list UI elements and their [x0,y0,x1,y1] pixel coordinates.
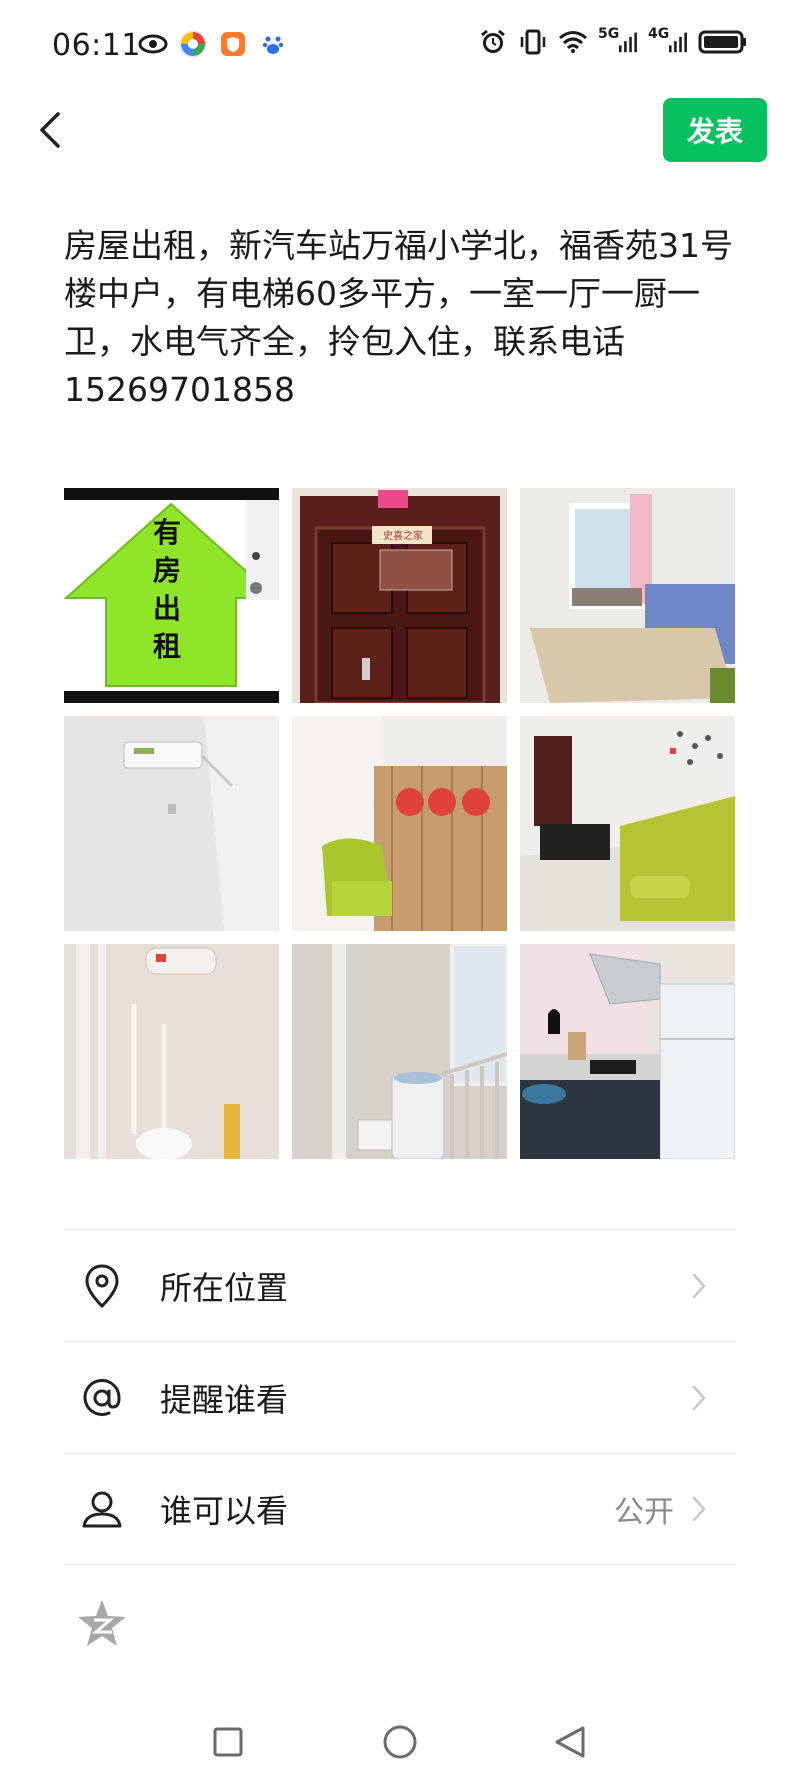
back-nav-button[interactable] [548,1720,592,1764]
triangle-back-icon [555,1726,585,1758]
chevron-right-icon [692,1496,706,1522]
door-sign-text: 史喜之家 [383,531,423,542]
location-label: 所在位置 [160,1268,289,1307]
photo-thumbnail[interactable] [292,944,507,1159]
chevron-left-icon [40,112,60,148]
photo-thumbnail[interactable]: 有 房 出 租 [64,488,279,703]
baidu-paw-icon [258,28,288,60]
alarm-icon [478,26,508,58]
person-icon [80,1487,124,1531]
sign-char: 租 [152,630,181,663]
visibility-label: 谁可以看 [160,1492,289,1530]
post-text-input[interactable]: 房屋出租，新汽车站万福小学北，福香苑31号楼中户，有电梯60多平方，一室一厅一厨… [64,222,736,414]
home-button[interactable] [378,1720,422,1764]
for-rent-sign-text: 有 房 出 租 [142,514,192,666]
chevron-right-icon [692,1273,706,1298]
battery-icon [698,26,748,58]
cell-signal-4g-icon: 4G [648,26,688,58]
recents-button[interactable] [206,1720,250,1764]
square-icon [213,1727,243,1757]
status-left-icons [138,28,288,60]
photo-thumbnail[interactable]: 史喜之家 [292,488,507,703]
photo-thumbnail[interactable] [520,716,735,931]
status-time: 06:11 [52,28,141,63]
app-colorful-icon [178,28,208,60]
mention-label: 提醒谁看 [160,1380,289,1419]
location-pin-icon [80,1263,124,1308]
vibrate-icon [518,26,548,58]
publish-button[interactable]: 发表 [663,98,767,162]
status-right-icons: 5G 4G [478,26,748,58]
status-bar: 06:11 5G 4G [0,0,800,92]
at-icon [80,1376,124,1420]
photo-thumbnail[interactable] [64,716,279,931]
photo-thumbnail[interactable] [64,944,279,1159]
signal-5g-label: 5G [598,26,620,42]
photo-thumbnail[interactable] [520,944,735,1159]
system-nav-bar [0,1700,800,1786]
circle-icon [383,1725,417,1759]
sign-char: 出 [152,592,181,625]
photo-thumbnail[interactable] [520,488,735,703]
back-button[interactable] [20,100,80,160]
wifi-icon [558,26,588,58]
qzone-star-icon[interactable] [74,1596,130,1652]
photo-grid: 有 房 出 租 史喜之家 [64,488,736,1160]
post-options: 所在位置 提醒谁看 谁可以看 公开 [64,1229,736,1565]
visibility-value: 公开 [614,1495,674,1530]
cell-signal-5g-icon: 5G [598,26,638,58]
eye-icon [138,28,168,60]
sign-char: 房 [152,554,181,587]
photo-thumbnail[interactable] [292,716,507,931]
visibility-option[interactable]: 谁可以看 公开 [64,1453,736,1565]
signal-4g-label: 4G [648,26,670,42]
sign-char: 有 [152,516,181,549]
location-option[interactable]: 所在位置 [64,1229,736,1341]
chevron-right-icon [692,1385,706,1410]
shield-app-icon [218,28,248,60]
mention-option[interactable]: 提醒谁看 [64,1341,736,1453]
